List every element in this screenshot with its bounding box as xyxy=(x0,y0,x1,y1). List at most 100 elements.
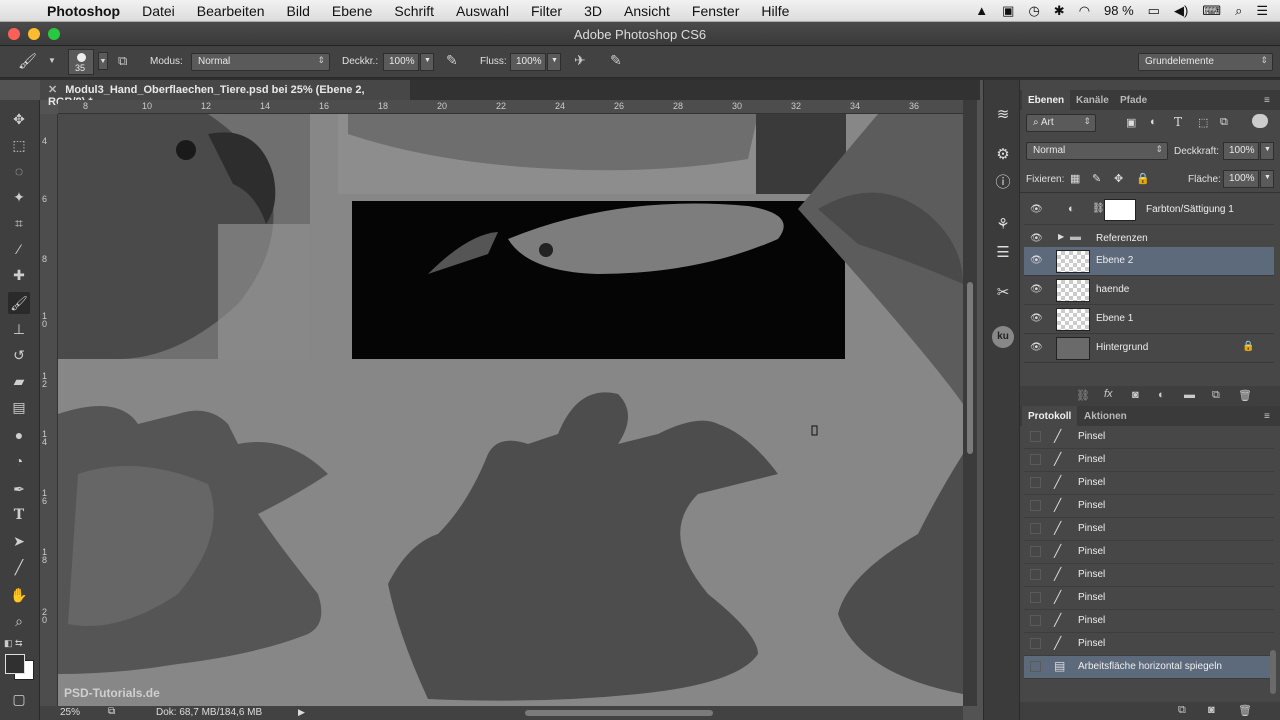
layer-row[interactable]: 👁 Hintergrund 🔒 xyxy=(1024,334,1274,363)
foreground-color-swatch[interactable] xyxy=(5,654,25,674)
layer-name[interactable]: haende xyxy=(1096,284,1129,295)
wifi-icon[interactable]: ◠ xyxy=(1079,3,1090,19)
mask-link-icon[interactable]: ⛓ xyxy=(1092,203,1105,214)
layer-row[interactable]: 👁 haende xyxy=(1024,276,1274,305)
visibility-eye-icon[interactable]: 👁 xyxy=(1030,204,1044,216)
opacity-input[interactable]: 100% xyxy=(1223,142,1259,160)
kuler-icon[interactable]: ku xyxy=(992,326,1014,348)
visibility-eye-icon[interactable]: 👁 xyxy=(1030,313,1044,325)
brush-tool-icon[interactable]: 🖌 xyxy=(18,52,37,70)
lock-position-icon[interactable]: ✥ xyxy=(1114,172,1123,185)
tab-kanaele[interactable]: Kanäle xyxy=(1070,90,1115,110)
layer-thumbnail[interactable] xyxy=(1056,308,1090,331)
pressure-size-icon[interactable]: ✎ xyxy=(610,52,622,69)
workspace-select[interactable]: Grundelemente ⇕ xyxy=(1138,53,1273,71)
layer-filter-select[interactable]: ⌕ Art ⇕ xyxy=(1026,114,1096,132)
filter-smart-object-icon[interactable]: ⧉ xyxy=(1220,116,1228,129)
history-source-checkbox[interactable] xyxy=(1030,523,1041,534)
hand-tool-icon[interactable]: ✋ xyxy=(8,584,30,606)
history-source-checkbox[interactable] xyxy=(1030,615,1041,626)
camera-icon[interactable]: ▣ xyxy=(1002,3,1014,19)
bluetooth-icon[interactable]: ✱ xyxy=(1054,3,1065,19)
visibility-eye-icon[interactable]: 👁 xyxy=(1030,342,1044,354)
blur-tool-icon[interactable]: ● xyxy=(8,424,30,446)
history-item[interactable]: ╱ Pinsel xyxy=(1024,610,1274,633)
screen-mode-icon[interactable]: ▢ xyxy=(8,688,30,710)
tab-protokoll[interactable]: Protokoll xyxy=(1022,406,1078,426)
history-item-current[interactable]: ▤ Arbeitsfläche horizontal spiegeln xyxy=(1024,656,1274,679)
properties-icon[interactable]: ☰ xyxy=(992,242,1014,264)
history-item[interactable]: ╱ Pinsel xyxy=(1024,518,1274,541)
history-item[interactable]: ╱ Pinsel xyxy=(1024,541,1274,564)
healing-brush-tool-icon[interactable]: ✚ xyxy=(8,264,30,286)
filter-adjustment-icon[interactable]: ◐ xyxy=(1150,116,1157,128)
type-tool-icon[interactable]: T xyxy=(8,504,30,526)
menu-ebene[interactable]: Ebene xyxy=(321,3,383,19)
history-source-checkbox[interactable] xyxy=(1030,661,1041,672)
history-item[interactable]: ╱ Pinsel xyxy=(1024,426,1274,449)
horizontal-scroll-thumb[interactable] xyxy=(525,710,713,716)
airbrush-icon[interactable]: ✈ xyxy=(574,52,586,69)
vertical-scrollbar[interactable] xyxy=(963,100,977,706)
default-colors-icon[interactable]: ◧ ⇆ xyxy=(4,638,23,649)
adobe-icon[interactable]: ▲ xyxy=(975,3,988,18)
close-tab-icon[interactable]: ✕ xyxy=(48,84,57,96)
lock-all-icon[interactable]: 🔒 xyxy=(1136,172,1150,185)
tool-preset-dropdown-icon[interactable]: ▼ xyxy=(48,56,56,65)
modus-select[interactable]: Normal ⇕ xyxy=(191,53,330,71)
eyedropper-tool-icon[interactable]: ⁄ xyxy=(8,238,30,260)
panel-menu-icon[interactable]: ≡ xyxy=(1258,406,1276,426)
tools-preset-icon[interactable]: ✂ xyxy=(992,282,1014,304)
fluss-dropdown-icon[interactable]: ▼ xyxy=(547,53,561,71)
brush-presets-icon[interactable]: ≋ xyxy=(992,104,1014,126)
visibility-eye-icon[interactable]: 👁 xyxy=(1030,233,1044,245)
layer-row-selected[interactable]: 👁 Ebene 2 xyxy=(1024,247,1274,276)
tab-aktionen[interactable]: Aktionen xyxy=(1078,406,1133,426)
menu-auswahl[interactable]: Auswahl xyxy=(445,3,520,19)
pen-tool-icon[interactable]: ✒ xyxy=(8,478,30,500)
menu-bearbeiten[interactable]: Bearbeiten xyxy=(186,3,276,19)
keyboard-icon[interactable]: ⌨ xyxy=(1202,3,1221,19)
history-item[interactable]: ╱ Pinsel xyxy=(1024,633,1274,656)
layer-name[interactable]: Ebene 1 xyxy=(1096,313,1133,324)
brush-preset-picker[interactable]: 35 xyxy=(68,49,94,75)
menu-fenster[interactable]: Fenster xyxy=(681,3,750,19)
history-item[interactable]: ╱ Pinsel xyxy=(1024,449,1274,472)
tab-ebenen[interactable]: Ebenen xyxy=(1022,90,1071,110)
fill-dropdown-icon[interactable]: ▼ xyxy=(1260,170,1274,188)
paths-icon[interactable]: ⚘ xyxy=(992,214,1014,236)
status-export-icon[interactable]: ⧉ xyxy=(108,706,115,717)
fx-icon[interactable]: fx xyxy=(1104,388,1113,400)
history-source-checkbox[interactable] xyxy=(1030,454,1041,465)
new-layer-icon[interactable]: ⧉ xyxy=(1212,389,1220,402)
history-item[interactable]: ╱ Pinsel xyxy=(1024,564,1274,587)
layer-row[interactable]: 👁 Ebene 1 xyxy=(1024,305,1274,334)
layer-thumbnail[interactable] xyxy=(1056,337,1090,360)
fill-input[interactable]: 100% xyxy=(1223,170,1259,188)
panel-menu-icon[interactable]: ≡ xyxy=(1258,90,1276,110)
history-item[interactable]: ╱ Pinsel xyxy=(1024,472,1274,495)
adjustments-icon[interactable]: ⚙ xyxy=(992,144,1014,166)
lasso-tool-icon[interactable]: ◌ xyxy=(8,160,30,182)
history-source-checkbox[interactable] xyxy=(1030,431,1041,442)
new-snapshot-icon[interactable]: ◙ xyxy=(1208,704,1215,716)
dodge-tool-icon[interactable]: ◔ xyxy=(8,450,30,472)
document-tab[interactable]: ✕ Modul3_Hand_Oberflaechen_Tiere.psd bei … xyxy=(40,80,410,108)
expand-arrow-icon[interactable]: ▶ xyxy=(1058,232,1064,241)
layer-thumbnail[interactable] xyxy=(1056,279,1090,302)
lock-transparency-icon[interactable]: ▦ xyxy=(1070,172,1080,185)
vertical-scroll-thumb[interactable] xyxy=(967,282,973,454)
document-canvas[interactable]: PSD-Tutorials.de xyxy=(58,114,963,706)
opacity-dropdown-icon[interactable]: ▼ xyxy=(1260,142,1274,160)
menu-filter[interactable]: Filter xyxy=(520,3,573,19)
brush-tool-icon[interactable]: 🖌 xyxy=(8,292,30,314)
brush-panel-toggle-icon[interactable]: ⧉ xyxy=(118,53,127,69)
layer-mask-thumbnail[interactable] xyxy=(1104,199,1136,221)
history-source-checkbox[interactable] xyxy=(1030,477,1041,488)
menu-ansicht[interactable]: Ansicht xyxy=(613,3,681,19)
layer-name[interactable]: Farbton/Sättigung 1 xyxy=(1146,204,1234,215)
time-machine-icon[interactable]: ◷ xyxy=(1028,3,1039,19)
menu-schrift[interactable]: Schrift xyxy=(383,3,445,19)
fluss-input[interactable]: 100% xyxy=(510,53,546,71)
link-layers-icon[interactable]: ⛓ xyxy=(1076,389,1090,402)
